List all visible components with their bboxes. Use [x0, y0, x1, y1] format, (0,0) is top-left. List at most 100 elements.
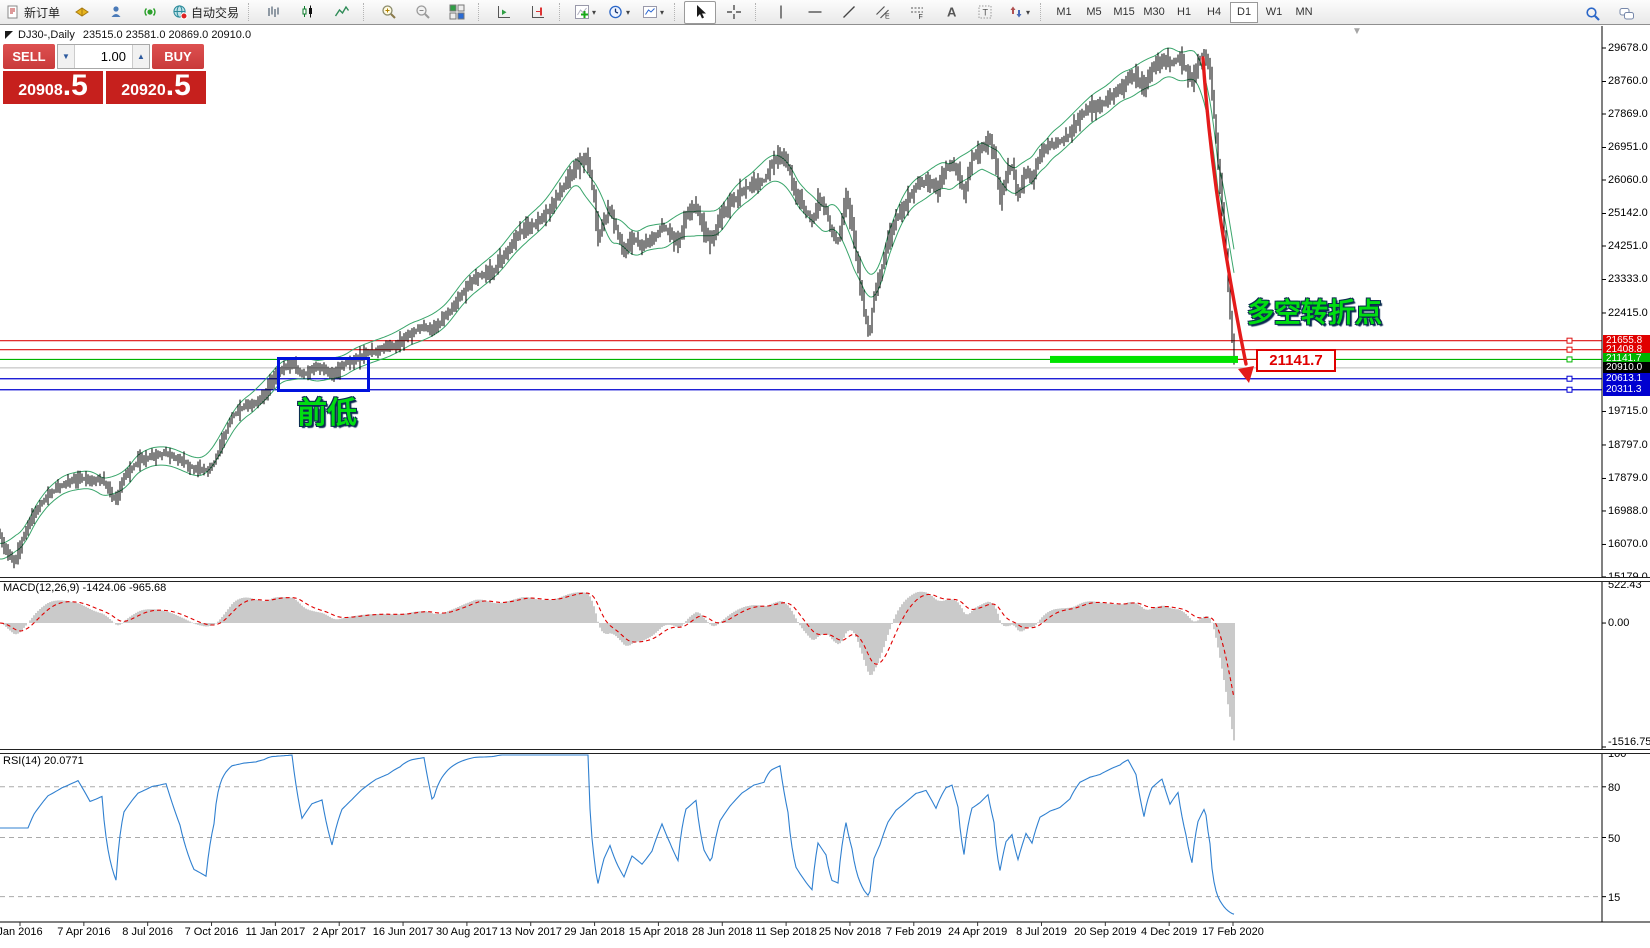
volume-increase-button[interactable]: ▲ — [132, 45, 149, 68]
svg-text:E: E — [885, 14, 890, 21]
timeframe-m5-button[interactable]: M5 — [1080, 2, 1108, 23]
timeframe-w1-button[interactable]: W1 — [1260, 2, 1288, 23]
y-axis-tick-label: 24251.0 — [1608, 240, 1650, 252]
y-axis-tick-label: 28760.0 — [1608, 75, 1650, 87]
new-order-button-label: 新订单 — [24, 4, 60, 21]
toolbar-separator — [248, 3, 253, 21]
rsi-scale-label: 50 — [1608, 833, 1650, 845]
svg-text:T: T — [983, 8, 989, 18]
toolbar: 新订单自动交易▾▾▾EFAT▾M1M5M15M30H1H4D1W1MN — [0, 0, 1650, 25]
sell-price-frac: .5 — [63, 71, 88, 101]
indicators-button[interactable]: ▾ — [569, 1, 601, 24]
chat-button[interactable] — [1611, 2, 1643, 25]
vertical-line-button[interactable] — [765, 1, 797, 24]
svg-text:A: A — [947, 5, 957, 20]
macd-signal-line — [0, 593, 1234, 698]
x-axis-date-label: 29 Jan 2018 — [560, 926, 630, 938]
horizontal-line-button[interactable] — [799, 1, 831, 24]
hline-handle[interactable] — [1567, 347, 1572, 352]
sell-price-display[interactable]: 20908 .5 — [3, 71, 103, 104]
timeframe-mn-button[interactable]: MN — [1290, 2, 1318, 23]
buy-price-display[interactable]: 20920 .5 — [106, 71, 206, 104]
volume-input[interactable] — [75, 45, 132, 68]
macd-panel-splitter[interactable] — [0, 577, 1650, 582]
zoom-out-button[interactable] — [407, 1, 439, 24]
toolbar-separator — [363, 3, 368, 21]
line-chart-button[interactable] — [326, 1, 358, 24]
symbol-marker-icon — [5, 31, 13, 39]
timeframe-h4-button[interactable]: H4 — [1200, 2, 1228, 23]
periods-button[interactable]: ▾ — [603, 1, 635, 24]
zoom-in-button[interactable] — [373, 1, 405, 24]
x-axis-date-label: 7 Oct 2016 — [177, 926, 247, 938]
x-axis-date-label: 2 Apr 2017 — [304, 926, 374, 938]
x-axis-date-label: 8 Jul 2019 — [1006, 926, 1076, 938]
signals-icon[interactable] — [134, 1, 166, 24]
new-order-button[interactable]: 新订单 — [1, 1, 64, 24]
y-axis-tick-label: 19715.0 — [1608, 405, 1650, 417]
crosshair-button[interactable] — [718, 1, 750, 24]
rsi-scale-label: 15 — [1608, 892, 1650, 904]
profiles-icon[interactable] — [100, 1, 132, 24]
y-axis-tick-label: 25142.0 — [1608, 207, 1650, 219]
x-axis-date-label: 11 Jan 2017 — [240, 926, 310, 938]
one-click-trade-panel: SELL ▼ ▲ BUY 20908 .5 20920 .5 — [3, 44, 206, 104]
chart-canvas[interactable] — [0, 26, 1650, 948]
x-axis-date-label: 11 Sep 2018 — [751, 926, 821, 938]
timeframe-m1-button[interactable]: M1 — [1050, 2, 1078, 23]
auto-scroll-button[interactable] — [488, 1, 520, 24]
hline-handle[interactable] — [1567, 376, 1572, 381]
x-axis-date-label: 30 Aug 2017 — [432, 926, 502, 938]
arrows-button[interactable]: ▾ — [1003, 1, 1035, 24]
templates-button[interactable]: ▾ — [637, 1, 669, 24]
autotrading-button[interactable]: 自动交易 — [168, 1, 243, 24]
text-button[interactable]: A — [935, 1, 967, 24]
text-label-button[interactable]: T — [969, 1, 1001, 24]
candlestick-button[interactable] — [292, 1, 324, 24]
y-axis-tick-label: 17879.0 — [1608, 472, 1650, 484]
macd-scale-zero: 0.00 — [1608, 617, 1650, 629]
timeframe-h1-button[interactable]: H1 — [1170, 2, 1198, 23]
x-axis-date-label: 25 Nov 2018 — [815, 926, 885, 938]
y-axis-tick-label: 27869.0 — [1608, 108, 1650, 120]
timeframe-m15-button[interactable]: M15 — [1110, 2, 1138, 23]
toolbar-right — [1576, 2, 1644, 25]
macd-histogram — [0, 592, 1234, 741]
ohlc-readout: 23515.0 23581.0 20869.0 20910.0 — [83, 29, 251, 41]
price-tag-label[interactable]: 21141.7 — [1256, 349, 1336, 372]
chart-area[interactable]: DJ30-,Daily 23515.0 23581.0 20869.0 2091… — [0, 26, 1650, 948]
buy-price-main: 20920 — [121, 72, 166, 100]
tile-windows-button[interactable] — [441, 1, 473, 24]
mt4-terminal: 新订单自动交易▾▾▾EFAT▾M1M5M15M30H1H4D1W1MN DJ30… — [0, 0, 1650, 948]
market-watch-icon[interactable] — [66, 1, 98, 24]
rsi-panel-splitter[interactable] — [0, 749, 1650, 754]
hline-handle[interactable] — [1567, 387, 1572, 392]
fibonacci-button[interactable]: F — [901, 1, 933, 24]
symbol-period: DJ30-,Daily — [18, 29, 75, 41]
sell-button[interactable]: SELL — [3, 44, 55, 69]
chart-title: DJ30-,Daily 23515.0 23581.0 20869.0 2091… — [5, 29, 259, 41]
equidistant-channel-button[interactable]: E — [867, 1, 899, 24]
timeframe-d1-button[interactable]: D1 — [1230, 2, 1258, 23]
y-axis-tick-label: 23333.0 — [1608, 273, 1650, 285]
candlestick-series — [0, 46, 1234, 568]
bar-chart-button[interactable] — [258, 1, 290, 24]
timeframe-m30-button[interactable]: M30 — [1140, 2, 1168, 23]
support-highlight-bar[interactable] — [1050, 356, 1238, 363]
macd-scale-bottom: -1516.75 — [1608, 736, 1650, 748]
turning-point-annotation[interactable]: 多空转折点 — [1247, 291, 1382, 330]
volume-decrease-button[interactable]: ▼ — [58, 45, 75, 68]
chart-shift-button[interactable] — [522, 1, 554, 24]
search-button[interactable] — [1577, 2, 1609, 25]
rsi-scale-label: 80 — [1608, 782, 1650, 794]
trendline-button[interactable] — [833, 1, 865, 24]
previous-low-annotation[interactable]: 前低 — [297, 388, 357, 432]
hline-handle[interactable] — [1567, 338, 1572, 343]
hline-handle[interactable] — [1567, 357, 1572, 362]
buy-button[interactable]: BUY — [152, 44, 204, 69]
y-axis-tick-label: 26951.0 — [1608, 141, 1650, 153]
macd-indicator-label: MACD(12,26,9) -1424.06 -965.68 — [3, 582, 166, 594]
previous-low-rectangle[interactable] — [277, 357, 370, 392]
price-level-label: 20311.3 — [1603, 384, 1650, 396]
cursor-button[interactable] — [684, 1, 716, 24]
